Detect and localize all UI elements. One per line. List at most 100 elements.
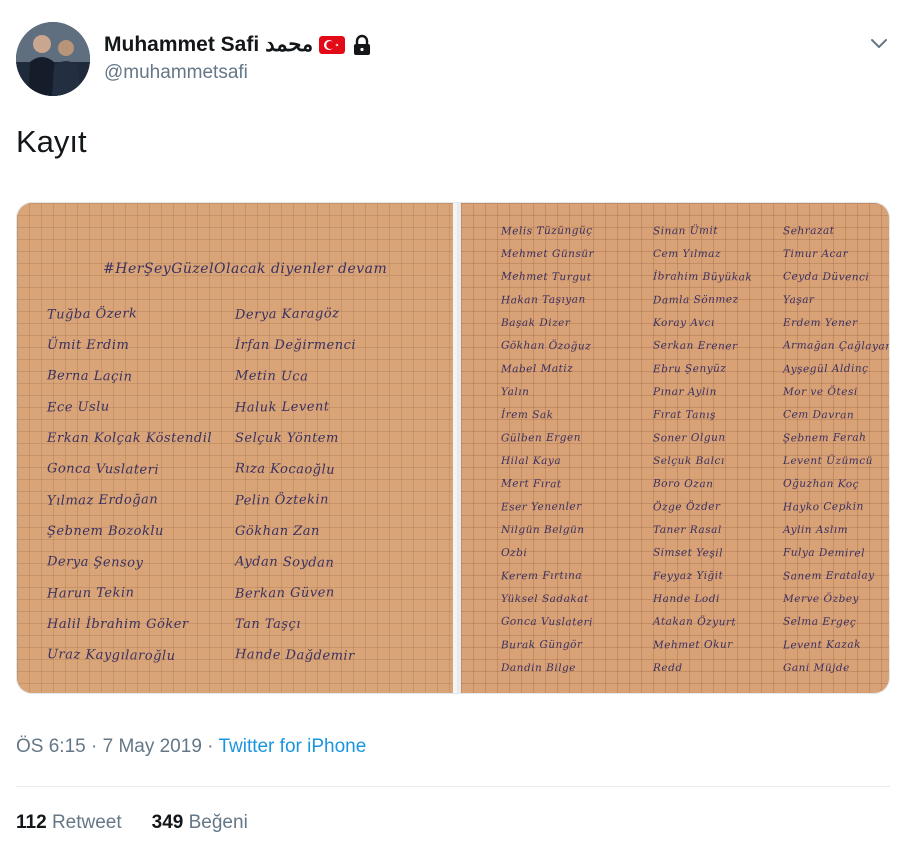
handwritten-name: Soner Olgun (652, 431, 726, 445)
handwritten-name: İrem Sak (500, 408, 554, 422)
handwritten-name: Başak Dizer (501, 317, 571, 329)
author-name[interactable]: Muhammet Safi (104, 33, 259, 57)
likes-stat[interactable]: 349 Beğeni (152, 812, 248, 834)
retweets-count: 112 (16, 812, 47, 833)
source-link[interactable]: Twitter for iPhone (218, 736, 366, 757)
handwritten-name: Berna Laçin (46, 368, 133, 385)
handwritten-name: İrfan Değirmenci (235, 338, 357, 353)
handwritten-name: Mert Fırat (500, 477, 562, 491)
page-divider (453, 203, 457, 693)
avatar-photo (16, 22, 90, 96)
handwritten-name: Ayşegül Aldinç (782, 362, 869, 376)
handwritten-name: Serkan Erener (652, 339, 738, 353)
divider-line (16, 786, 890, 787)
handwritten-name: Hayko Cepkin (782, 500, 864, 514)
tweet-stats: 112 Retweet 349 Beğeni (16, 812, 248, 834)
handwritten-name: Tuğba Özerk (46, 306, 138, 323)
handwritten-name: Halil İbrahim Göker (47, 617, 189, 632)
handwritten-name: Hakan Taşıyan (500, 293, 586, 307)
handwritten-name: Yılmaz Erdoğan (46, 492, 159, 509)
handwritten-name: Erdem Yener (783, 317, 858, 329)
handwritten-name: Yaşar (782, 293, 815, 307)
handwritten-name: Koray Avcı (653, 317, 715, 329)
handwritten-name: Gani Müjde (783, 662, 850, 674)
handwritten-name: Hilal Kaya (501, 455, 562, 467)
handwritten-name: Metin Uca (234, 368, 309, 385)
handwritten-name: Gonca Vuslateri (46, 461, 160, 478)
handwritten-name: Tan Taşçı (235, 617, 301, 632)
handwritten-name: Sanem Eratalay (782, 569, 875, 583)
handwritten-name: Rıza Kocaoğlu (234, 461, 336, 478)
handwritten-name: Ebru Şenyüz (652, 362, 727, 376)
handwritten-name: Aylin Aslım (783, 524, 849, 536)
handwritten-name: Erkan Kolçak Köstendil (47, 431, 213, 446)
handwritten-name: Pınar Aylin (653, 386, 717, 398)
handwritten-name: Feyyaz Yiğit (652, 569, 724, 583)
lock-icon (354, 34, 371, 55)
handwritten-name: Cem Davran (782, 408, 855, 422)
handwritten-name: Haluk Levent (234, 399, 330, 416)
handwritten-name: Gökhan Özoğuz (500, 339, 592, 353)
handwritten-name: Selma Ergeç (782, 615, 857, 629)
handwritten-name: Fırat Tanış (652, 408, 716, 422)
handwritten-name: Mehmet Okur (652, 638, 733, 652)
author-handle[interactable]: @muhammetsafi (104, 62, 248, 84)
handwritten-name: Levent Kazak (782, 638, 861, 652)
notebook-page-right: Melis Tüzüngüç Mehmet Günsür Mehmet Turgut… (461, 203, 889, 693)
tweet-media[interactable]: #HerŞeyGüzelOlacak diyenler devam Tuğba … (16, 202, 890, 694)
handwritten-name: Hande Dağdemir (234, 647, 355, 664)
handwritten-name: Mor ve Ötesi (783, 386, 858, 398)
chevron-down-icon[interactable] (866, 32, 892, 54)
handwritten-name: Oğuzhan Koç (782, 477, 860, 491)
handwritten-name: Gökhan Zan (235, 524, 320, 539)
retweets-label: Retweet (51, 812, 122, 833)
handwritten-name: Mehmet Turgut (500, 270, 592, 284)
handwritten-name: Pelin Öztekin (234, 492, 330, 509)
retweets-stat[interactable]: 112 Retweet (16, 812, 122, 834)
handwritten-name: Timur Acar (783, 248, 849, 260)
handwritten-name: Redd (653, 662, 683, 674)
handwritten-name: Boro Ozan (652, 477, 714, 491)
handwritten-name: Cem Yılmaz (653, 248, 721, 260)
turkey-flag-icon (319, 35, 346, 54)
handwritten-name: Kerem Fırtına (500, 569, 583, 583)
handwritten-name: Eser Yenenler (500, 500, 582, 514)
handwritten-name: Atakan Özyurt (652, 615, 737, 629)
handwritten-name: Hande Lodi (653, 593, 720, 605)
notebook-page-left: #HerŞeyGüzelOlacak diyenler devam Tuğba … (17, 203, 453, 693)
avatar[interactable] (16, 22, 90, 96)
handwritten-name: Sehrazat (782, 224, 835, 238)
handwritten-name: Damla Sönmez (652, 293, 739, 307)
author-name-suffix: محمد (265, 33, 314, 56)
tweet-timestamp[interactable]: ÖS 6:15 · 7 May 2019 · (16, 736, 218, 757)
handwritten-name: Simset Yeşil (652, 546, 724, 560)
handwritten-name: Ece Uslu (46, 399, 110, 416)
handwritten-name: Taner Rasal (653, 524, 722, 536)
handwritten-name: Burak Güngör (500, 638, 583, 652)
handwritten-name: Ozbi (500, 546, 528, 560)
handwritten-name: Armağan Çağlayan (782, 339, 889, 353)
likes-label: Beğeni (188, 812, 248, 833)
handwritten-name: Harun Tekin (46, 585, 135, 602)
handwritten-name: Levent Üzümcü (783, 455, 873, 467)
tweet-meta: ÖS 6:15 · 7 May 2019 · Twitter for iPhon… (16, 736, 366, 758)
handwritten-name: Sinan Ümit (652, 224, 719, 238)
handwritten-name: Şebnem Ferah (782, 431, 867, 445)
handwritten-name: Dandin Bilge (501, 662, 576, 674)
handwritten-name: Ümit Erdim (47, 338, 130, 353)
page-heading: #HerŞeyGüzelOlacak diyenler devam (103, 261, 388, 277)
handwritten-name: Aydan Soydan (234, 554, 335, 571)
handwritten-name: Selçuk Balcı (653, 455, 725, 467)
handwritten-name: Özge Özder (652, 500, 721, 514)
handwritten-name: Yüksel Sadakat (501, 593, 589, 605)
handwritten-name: Berkan Güven (234, 585, 335, 602)
handwritten-name: Mabel Matiz (500, 362, 574, 376)
handwritten-name: Merve Özbey (783, 593, 859, 605)
handwritten-name: Derya Karagöz (234, 306, 340, 323)
handwritten-name: Derya Şensoy (46, 554, 144, 571)
handwritten-name: Gülben Ergen (500, 431, 581, 445)
handwritten-name: Şebnem Bozoklu (47, 524, 164, 539)
handwritten-name: Nilgün Belgün (501, 524, 585, 536)
handwritten-name: Ceyda Düvenci (782, 270, 870, 284)
handwritten-name: Yalın (501, 386, 530, 398)
